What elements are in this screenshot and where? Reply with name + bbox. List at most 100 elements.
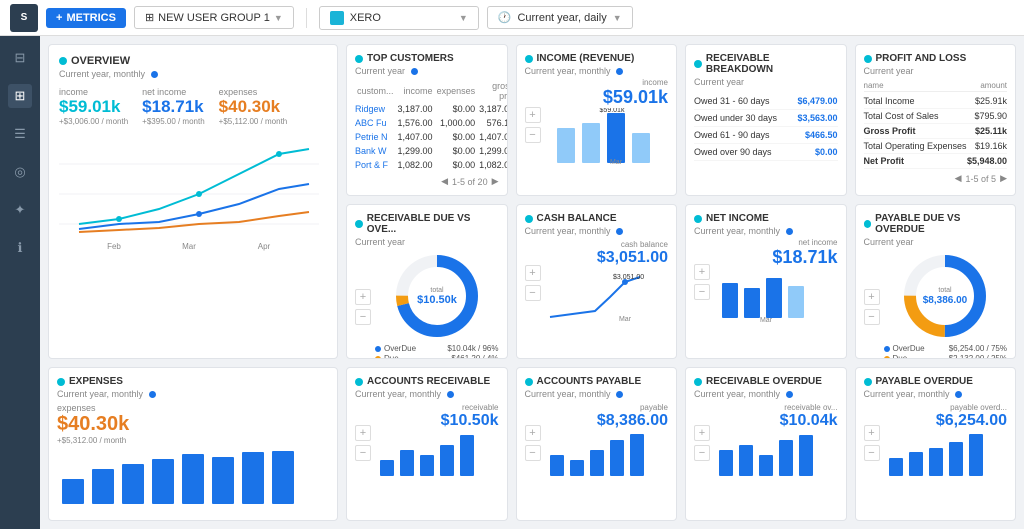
pl-row: Total Income$25.91k <box>864 94 1008 109</box>
cb-minus-btn[interactable]: − <box>525 285 541 301</box>
ap-bar-chart <box>545 430 655 480</box>
income-revenue-title: INCOME (REVENUE) <box>537 53 635 64</box>
sidebar-icon-home[interactable]: ⊟ <box>8 46 32 70</box>
ap-title: ACCOUNTS PAYABLE <box>537 376 642 387</box>
time-button[interactable]: 🕐 Current year, daily ▼ <box>487 6 633 29</box>
pd-minus-btn[interactable]: − <box>864 309 880 325</box>
svg-text:Mar: Mar <box>760 317 773 323</box>
cb-value: $3,051.00 <box>545 249 669 267</box>
income-revenue-value: $59.01k <box>547 87 669 108</box>
cb-plus-btn[interactable]: + <box>525 265 541 281</box>
chevron-down-icon: ▼ <box>459 13 468 23</box>
pd-plus-btn[interactable]: + <box>864 289 880 305</box>
ro-bar-chart <box>714 430 824 480</box>
svg-text:total: total <box>430 287 444 294</box>
net-income-value: $18.71k <box>142 97 205 117</box>
rd-minus-btn[interactable]: − <box>355 309 371 325</box>
ni-minus-btn[interactable]: − <box>694 284 710 300</box>
svg-text:$8,386.00: $8,386.00 <box>923 295 968 306</box>
income-minus-btn[interactable]: − <box>525 127 541 143</box>
rb-title: RECEIVABLE BREAKDOWN <box>706 53 838 75</box>
customers-table: custom... income expenses gross pr... Ri… <box>355 80 508 172</box>
pl-next-icon[interactable]: ▶ <box>1000 173 1007 184</box>
next-page-icon[interactable]: ▶ <box>492 176 499 187</box>
svg-text:total: total <box>939 287 953 294</box>
payable-overdue-card: PAYABLE OVERDUE Current year, monthly + … <box>855 367 1017 521</box>
svg-text:Feb: Feb <box>107 242 121 251</box>
plus-icon: + <box>56 12 62 24</box>
ar-title: ACCOUNTS RECEIVABLE <box>367 376 490 387</box>
pd-donut: total $8,386.00 <box>900 251 990 344</box>
prev-page-icon[interactable]: ◀ <box>441 176 448 187</box>
overview-title: OVERVIEW <box>71 55 130 67</box>
ni-plus-btn[interactable]: + <box>694 264 710 280</box>
ro-plus-btn[interactable]: + <box>694 425 710 441</box>
overview-dot <box>59 57 67 65</box>
ap-value: $8,386.00 <box>545 412 669 430</box>
income-change: +$3,006.00 / month <box>59 117 128 126</box>
group-button[interactable]: ⊞ NEW USER GROUP 1 ▼ <box>134 6 294 29</box>
cb-title: CASH BALANCE <box>537 213 617 224</box>
expenses-value: $40.30k <box>219 97 288 117</box>
pd-legend-due: Due$2,132.00 / 25% <box>884 354 1008 359</box>
chevron-down-icon: ▼ <box>274 13 283 23</box>
ap-plus-btn[interactable]: + <box>525 425 541 441</box>
xero-button[interactable]: XERO ▼ <box>319 6 479 30</box>
pd-legend-overdue: OverDue$6,254.00 / 75% <box>884 344 1008 353</box>
rb-row: Owed 61 - 90 days$466.50 <box>694 127 838 144</box>
overview-chart: Feb Mar Apr <box>59 134 327 257</box>
xero-icon <box>330 11 344 25</box>
po-minus-btn[interactable]: − <box>864 445 880 461</box>
sidebar-icon-grid[interactable]: ⊞ <box>8 84 32 108</box>
income-plus-btn[interactable]: + <box>525 107 541 123</box>
expenses-card: EXPENSES Current year, monthly expenses … <box>48 367 338 521</box>
sidebar-icon-info[interactable]: ℹ <box>8 236 32 260</box>
ro-value: $10.04k <box>714 412 838 430</box>
payable-due-card: PAYABLE DUE VS OVERDUE Current year + − <box>855 204 1017 359</box>
table-row: Bank W1,299.00$0.001,299.00 <box>355 144 508 158</box>
expenses-change: +$5,112.00 / month <box>219 117 288 126</box>
pl-title: PROFIT AND LOSS <box>876 53 967 64</box>
ni-value: $18.71k <box>714 247 838 268</box>
ar-plus-btn[interactable]: + <box>355 425 371 441</box>
group-icon: ⊞ <box>145 11 154 24</box>
pl-row: Total Cost of Sales$795.90 <box>864 109 1008 124</box>
income-value-label: income <box>547 78 669 87</box>
expenses-bar-chart <box>57 449 307 509</box>
ro-title: RECEIVABLE OVERDUE <box>706 376 822 387</box>
top-nav: S + METRICS ⊞ NEW USER GROUP 1 ▼ XERO ▼ … <box>0 0 1024 36</box>
svg-text:$59.01k: $59.01k <box>599 108 624 114</box>
sidebar-icon-user[interactable]: ◎ <box>8 160 32 184</box>
rb-row: Owed over 90 days$0.00 <box>694 144 838 161</box>
metrics-button[interactable]: + METRICS <box>46 8 126 28</box>
ap-minus-btn[interactable]: − <box>525 445 541 461</box>
receivable-due-card: RECEIVABLE DUE VS OVE... Current year + … <box>346 204 508 359</box>
pl-rows: Total Income$25.91kTotal Cost of Sales$7… <box>864 94 1008 169</box>
net-income-metric: net income $18.71k +$395.00 / month <box>142 87 205 126</box>
po-value: $6,254.00 <box>884 412 1008 430</box>
overview-subtitle: Current year, monthly <box>59 69 327 79</box>
svg-text:Mar: Mar <box>618 316 631 322</box>
cash-balance-card: CASH BALANCE Current year, monthly + − c… <box>516 204 678 359</box>
pl-prev-icon[interactable]: ◀ <box>955 173 962 184</box>
customers-subtitle: Current year <box>355 66 499 76</box>
rd-plus-btn[interactable]: + <box>355 289 371 305</box>
logo: S <box>10 4 38 32</box>
svg-text:Mar: Mar <box>182 242 196 251</box>
table-row: Ridgew3,187.00$0.003,187.00 <box>355 102 508 116</box>
accounts-payable-card: ACCOUNTS PAYABLE Current year, monthly +… <box>516 367 678 521</box>
svg-text:$3,051.00: $3,051.00 <box>613 274 644 281</box>
rd-legend-overdue: OverDue$10.04k / 96% <box>375 344 499 353</box>
po-plus-btn[interactable]: + <box>864 425 880 441</box>
cb-value-label: cash balance <box>545 240 669 249</box>
pl-row: Net Profit$5,948.00 <box>864 154 1008 169</box>
ni-value-label: net income <box>714 238 838 247</box>
sidebar-icon-star[interactable]: ✦ <box>8 198 32 222</box>
ar-minus-btn[interactable]: − <box>355 445 371 461</box>
ap-value-label: payable <box>545 403 669 412</box>
overview-card: OVERVIEW Current year, monthly income $5… <box>48 44 338 359</box>
sidebar-icon-chart[interactable]: ☰ <box>8 122 32 146</box>
ro-minus-btn[interactable]: − <box>694 445 710 461</box>
top-customers-card: TOP CUSTOMERS Current year custom... inc… <box>346 44 508 196</box>
customers-dot <box>355 55 363 63</box>
